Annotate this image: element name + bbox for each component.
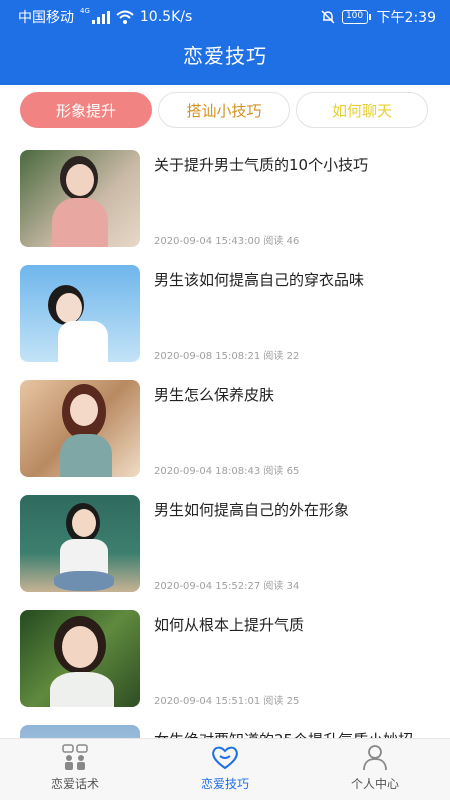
tab-pickup-tips[interactable]: 搭讪小技巧 bbox=[158, 92, 290, 128]
article-title: 关于提升男士气质的10个小技巧 bbox=[154, 156, 369, 174]
heart-icon bbox=[212, 746, 238, 770]
article-thumbnail bbox=[20, 725, 140, 738]
mute-bell-icon bbox=[321, 10, 335, 24]
article-title: 男生该如何提高自己的穿衣品味 bbox=[154, 271, 365, 289]
article-thumbnail bbox=[20, 380, 140, 477]
status-bar: 中国移动 4G 10.5K/s 100 下午2:39 bbox=[0, 0, 450, 32]
article-title: 女生绝对要知道的25个提升气质小妙招 bbox=[154, 729, 434, 738]
bottom-nav: 恋爱话术 恋爱技巧 个人中心 bbox=[0, 738, 450, 800]
nav-personal-center[interactable]: 个人中心 bbox=[300, 743, 450, 799]
clock: 下午2:39 bbox=[376, 10, 436, 26]
list-item[interactable]: 女生绝对要知道的25个提升气质小妙招 bbox=[0, 725, 450, 738]
list-item[interactable]: 男生该如何提高自己的穿衣品味 2020-09-08 15:08:21 阅读 22 bbox=[0, 265, 450, 362]
article-meta: 2020-09-08 15:08:21 阅读 22 bbox=[154, 351, 300, 362]
list-item[interactable]: 关于提升男士气质的10个小技巧 2020-09-04 15:43:00 阅读 4… bbox=[0, 150, 450, 247]
list-item[interactable]: 男生如何提高自己的外在形象 2020-09-04 15:52:27 阅读 34 bbox=[0, 495, 450, 592]
category-tabs: 形象提升 搭讪小技巧 如何聊天 bbox=[20, 92, 430, 128]
nav-love-tips[interactable]: 恋爱技巧 bbox=[150, 743, 300, 799]
article-title: 男生怎么保养皮肤 bbox=[154, 386, 275, 404]
nav-label: 恋爱话术 bbox=[50, 777, 99, 791]
article-thumbnail bbox=[20, 150, 140, 247]
app-header: 中国移动 4G 10.5K/s 100 下午2:39 恋爱技巧 bbox=[0, 0, 450, 85]
nav-love-talk[interactable]: 恋爱话术 bbox=[0, 743, 150, 799]
network-speed: 10.5K/s bbox=[139, 9, 193, 25]
nav-label: 个人中心 bbox=[350, 777, 399, 791]
list-item[interactable]: 如何从根本上提升气质 2020-09-04 15:51:01 阅读 25 bbox=[0, 610, 450, 707]
battery-icon: 100 bbox=[341, 10, 371, 24]
tab-image-improvement[interactable]: 形象提升 bbox=[20, 92, 152, 128]
list-item[interactable]: 男生怎么保养皮肤 2020-09-04 18:08:43 阅读 65 bbox=[0, 380, 450, 477]
battery-level: 100 bbox=[341, 10, 368, 24]
article-title: 男生如何提高自己的外在形象 bbox=[154, 501, 350, 519]
nav-label: 恋爱技巧 bbox=[200, 777, 249, 791]
carrier-label: 中国移动 bbox=[18, 10, 74, 26]
article-list[interactable]: 关于提升男士气质的10个小技巧 2020-09-04 15:43:00 阅读 4… bbox=[0, 150, 450, 738]
article-title: 如何从根本上提升气质 bbox=[154, 616, 305, 634]
article-meta: 2020-09-04 15:52:27 阅读 34 bbox=[154, 581, 300, 592]
article-meta: 2020-09-04 18:08:43 阅读 65 bbox=[154, 466, 300, 477]
wifi-icon bbox=[116, 10, 134, 24]
article-meta: 2020-09-04 15:51:01 阅读 25 bbox=[154, 696, 300, 707]
article-thumbnail bbox=[20, 495, 140, 592]
person-icon bbox=[363, 745, 387, 771]
article-thumbnail bbox=[20, 610, 140, 707]
network-label: 4G bbox=[80, 7, 90, 15]
chat-people-icon bbox=[62, 744, 88, 770]
tab-how-to-chat[interactable]: 如何聊天 bbox=[296, 92, 428, 128]
article-meta: 2020-09-04 15:43:00 阅读 46 bbox=[154, 236, 300, 247]
signal-icon bbox=[91, 10, 110, 24]
page-title: 恋爱技巧 bbox=[183, 44, 267, 68]
article-thumbnail bbox=[20, 265, 140, 362]
